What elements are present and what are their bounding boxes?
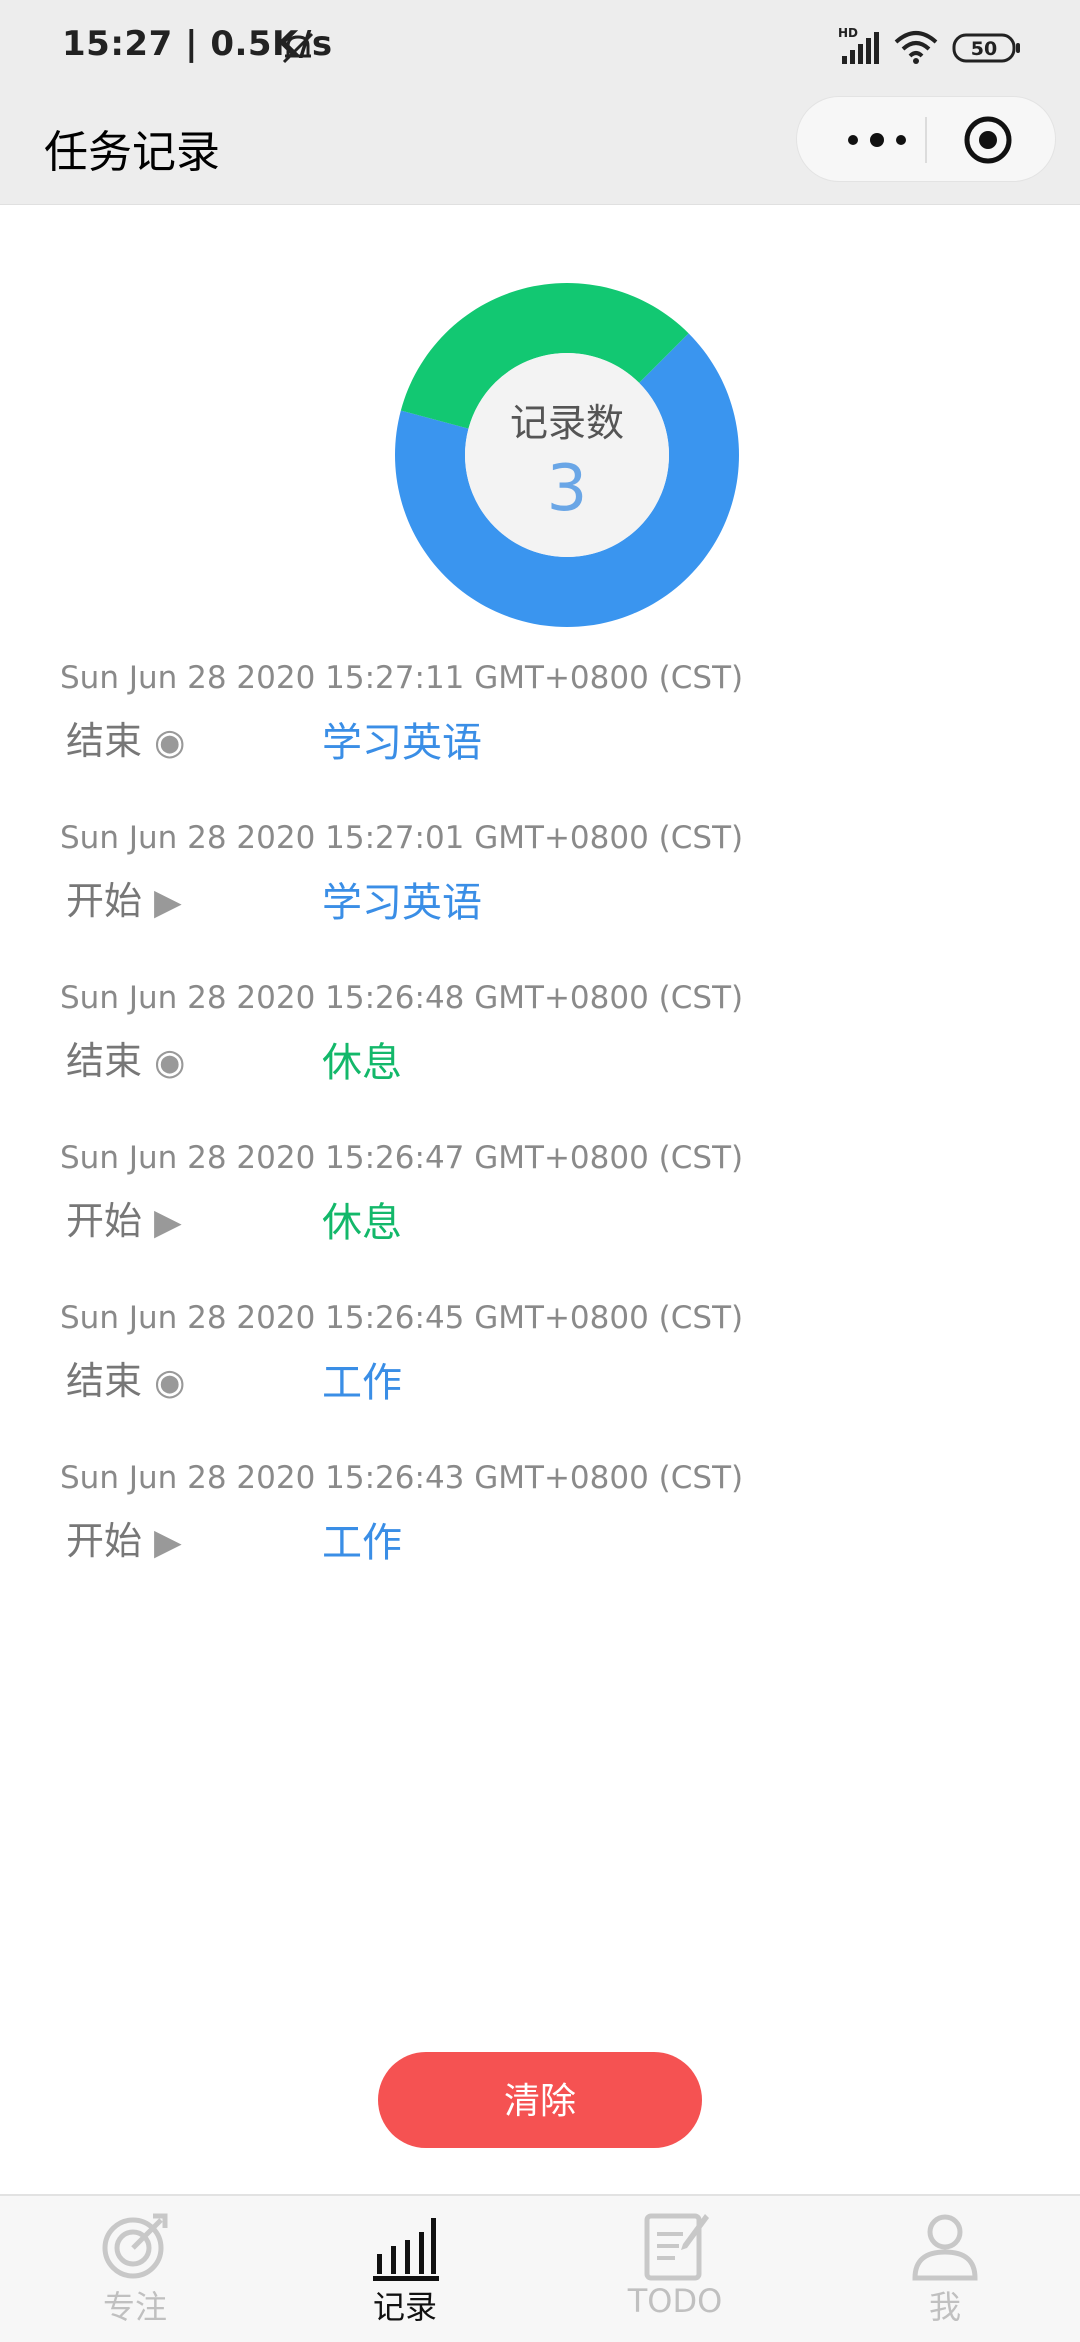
tab-me[interactable]: 我 xyxy=(810,2196,1080,2342)
record-time: Sun Jun 28 2020 15:26:48 GMT+0800 (CST) xyxy=(60,980,744,1016)
battery-level: 50 xyxy=(971,38,997,60)
end-dot-icon: ◉ xyxy=(154,1042,186,1083)
play-icon: ▶ xyxy=(154,882,182,923)
record-task: 学习英语 xyxy=(322,720,482,766)
tab-records[interactable]: 记录 xyxy=(270,2196,540,2342)
record-action-label: 开始 xyxy=(66,1199,143,1243)
record-action-label: 结束 xyxy=(66,1359,143,1403)
record-item: Sun Jun 28 2020 15:27:01 GMT+0800 (CST) … xyxy=(0,820,1080,950)
record-action: 结束 ◉ xyxy=(66,1350,185,1405)
record-task: 工作 xyxy=(322,1520,402,1566)
more-options-icon[interactable] xyxy=(837,123,917,157)
clear-button[interactable]: 清除 xyxy=(378,2052,702,2148)
tab-label: TODO xyxy=(627,2282,723,2320)
play-icon: ▶ xyxy=(154,1202,182,1243)
miniprogram-capsule xyxy=(796,96,1056,182)
record-action-label: 结束 xyxy=(66,1039,143,1083)
bottom-tab-bar: 专注 记录 TODO 我 xyxy=(0,2194,1080,2342)
record-time: Sun Jun 28 2020 15:26:43 GMT+0800 (CST) xyxy=(60,1460,744,1496)
page-title: 任务记录 xyxy=(44,127,220,178)
record-action: 结束 ◉ xyxy=(66,710,185,765)
record-time: Sun Jun 28 2020 15:26:45 GMT+0800 (CST) xyxy=(60,1300,744,1336)
record-item: Sun Jun 28 2020 15:27:11 GMT+0800 (CST) … xyxy=(0,660,1080,790)
record-action: 开始 ▶ xyxy=(66,1190,182,1245)
record-time: Sun Jun 28 2020 15:27:01 GMT+0800 (CST) xyxy=(60,820,744,856)
end-dot-icon: ◉ xyxy=(154,1362,186,1403)
tab-label: 我 xyxy=(928,2288,961,2326)
tab-label: 专注 xyxy=(102,2288,167,2326)
record-task: 工作 xyxy=(322,1360,402,1406)
tab-focus[interactable]: 专注 xyxy=(0,2196,270,2342)
chart-center-label: 记录数 xyxy=(509,401,624,445)
todo-notepad-icon xyxy=(644,2213,709,2281)
signal-hd-icon: HD xyxy=(838,26,879,64)
record-action-label: 结束 xyxy=(66,719,143,763)
svg-text:HD: HD xyxy=(838,26,858,40)
record-action: 开始 ▶ xyxy=(66,870,182,925)
battery-icon: 50 xyxy=(952,32,1022,64)
person-icon xyxy=(912,2214,978,2281)
tab-label: 记录 xyxy=(372,2288,437,2326)
record-time: Sun Jun 28 2020 15:26:47 GMT+0800 (CST) xyxy=(60,1140,744,1176)
record-task: 休息 xyxy=(322,1200,402,1246)
focus-target-icon xyxy=(102,2213,168,2279)
record-action-label: 开始 xyxy=(66,879,143,923)
chart-center-value: 3 xyxy=(546,452,588,526)
record-action-label: 开始 xyxy=(66,1519,143,1563)
record-action: 结束 ◉ xyxy=(66,1030,185,1085)
record-item: Sun Jun 28 2020 15:26:43 GMT+0800 (CST) … xyxy=(0,1460,1080,1590)
capsule-divider xyxy=(925,117,927,163)
end-dot-icon: ◉ xyxy=(154,722,186,763)
tab-todo[interactable]: TODO xyxy=(540,2196,810,2342)
bar-chart-icon xyxy=(373,2218,439,2281)
record-action: 开始 ▶ xyxy=(66,1510,182,1565)
status-bar: 15:27 | 0.5K/s HD 50 xyxy=(0,0,1080,96)
record-item: Sun Jun 28 2020 15:26:48 GMT+0800 (CST) … xyxy=(0,980,1080,1110)
record-task: 休息 xyxy=(322,1040,402,1086)
mute-bell-icon xyxy=(282,32,314,64)
close-miniprogram-icon[interactable] xyxy=(963,115,1013,165)
record-item: Sun Jun 28 2020 15:26:47 GMT+0800 (CST) … xyxy=(0,1140,1080,1270)
record-time: Sun Jun 28 2020 15:27:11 GMT+0800 (CST) xyxy=(60,660,744,696)
wifi-icon xyxy=(894,31,938,64)
record-task: 学习英语 xyxy=(322,880,482,926)
play-icon: ▶ xyxy=(154,1522,182,1563)
record-item: Sun Jun 28 2020 15:26:45 GMT+0800 (CST) … xyxy=(0,1300,1080,1430)
